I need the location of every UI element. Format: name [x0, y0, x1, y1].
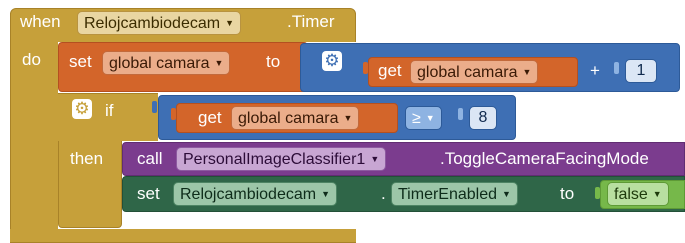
chevron-down-icon: ▼: [425, 113, 435, 123]
compare-operator-dropdown[interactable]: ≥ ▼: [405, 106, 442, 130]
chevron-down-icon: ▼: [370, 154, 380, 164]
get-label: get: [378, 61, 402, 80]
chevron-down-icon: ▼: [225, 18, 234, 28]
get-variable-label: global camara: [238, 110, 339, 127]
logic-value-dropdown[interactable]: false ▼: [607, 182, 669, 206]
to-label: to: [560, 184, 575, 203]
chevron-down-icon: ▼: [652, 189, 662, 199]
setter-property-dropdown[interactable]: TimerEnabled ▼: [391, 182, 518, 206]
event-block-footer: [10, 229, 356, 243]
when-label: when: [20, 12, 61, 31]
get-variable-dropdown[interactable]: global camara ▼: [410, 60, 539, 84]
number-value: 1: [636, 62, 646, 79]
plus-operator: +: [590, 61, 600, 80]
get-variable-label: global camara: [417, 64, 518, 81]
logic-value-label: false: [614, 186, 648, 203]
input-notch: [171, 108, 176, 120]
setter-component-label: Relojcambiodecam: [180, 186, 317, 203]
input-notch: [458, 108, 463, 120]
input-notch: [614, 62, 619, 74]
call-method-label: .ToggleCameraFacingMode: [440, 149, 649, 168]
chevron-down-icon: ▼: [214, 58, 224, 68]
to-label: to: [266, 52, 281, 71]
then-label: then: [70, 149, 104, 168]
compare-operator-label: ≥: [412, 110, 421, 127]
setter-property-label: TimerEnabled: [398, 186, 498, 203]
event-name-label: .Timer: [287, 12, 335, 31]
set-variable-dropdown[interactable]: global camara ▼: [102, 51, 231, 75]
chevron-down-icon: ▼: [321, 189, 330, 199]
input-notch: [152, 101, 157, 113]
number-value: 8: [478, 109, 488, 126]
dot-separator: .: [381, 184, 386, 203]
set-label: set: [69, 52, 92, 71]
number-field-8[interactable]: 8: [469, 106, 497, 130]
setter-component-dropdown[interactable]: Relojcambiodecam ▼: [173, 182, 337, 206]
call-label: call: [137, 149, 163, 168]
set-variable-label: global camara: [109, 55, 210, 72]
call-component-label: PersonalImageClassifier1: [183, 151, 366, 168]
event-component-dropdown[interactable]: Relojcambiodecam ▼: [77, 11, 241, 35]
chevron-down-icon: ▼: [343, 113, 353, 123]
gear-icon[interactable]: [72, 98, 92, 120]
call-component-dropdown[interactable]: PersonalImageClassifier1 ▼: [176, 147, 387, 171]
event-component-label: Relojcambiodecam: [84, 15, 221, 32]
if-label: if: [105, 101, 114, 120]
get-label: get: [198, 108, 222, 127]
number-field-1[interactable]: 1: [625, 59, 657, 83]
input-notch: [595, 187, 600, 199]
set-label: set: [137, 184, 160, 203]
input-notch: [363, 62, 368, 74]
chevron-down-icon: ▼: [522, 67, 532, 77]
get-variable-dropdown[interactable]: global camara ▼: [231, 106, 360, 130]
do-label: do: [22, 50, 41, 69]
chevron-down-icon: ▼: [502, 189, 511, 199]
gear-icon[interactable]: [322, 50, 342, 72]
